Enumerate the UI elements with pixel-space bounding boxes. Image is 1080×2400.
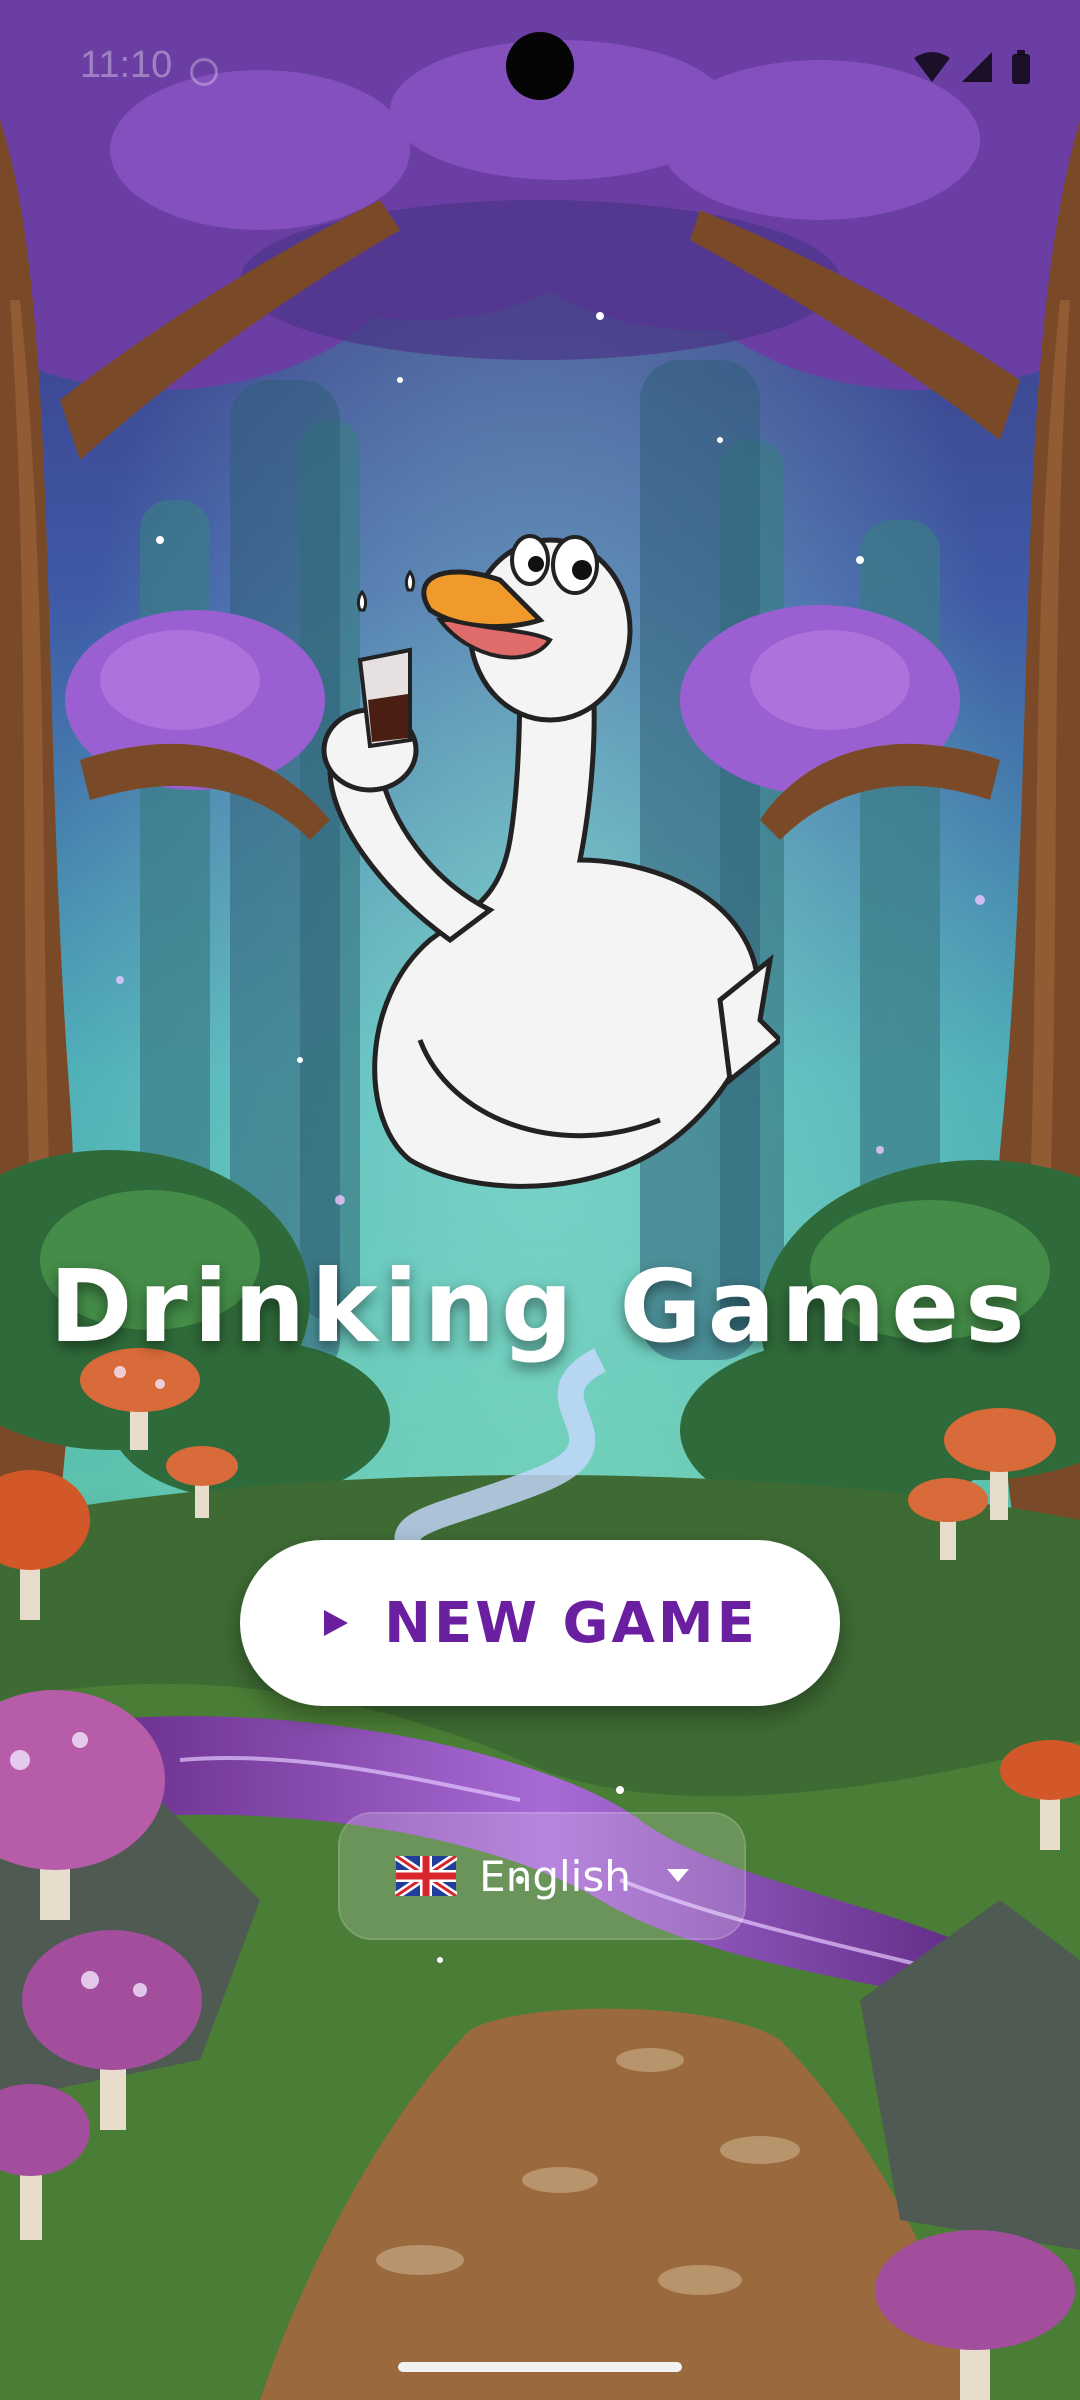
uk-flag-icon [395, 1856, 458, 1896]
play-icon [324, 1610, 349, 1636]
home-indicator[interactable] [398, 2362, 682, 2372]
language-label: English [479, 1851, 631, 1901]
new-game-button[interactable]: NEW GAME [240, 1540, 840, 1706]
status-icons [914, 50, 1030, 84]
notification-dot-icon [190, 58, 218, 86]
goose-mascot-illustration [321, 534, 780, 1189]
caret-down-icon [666, 1869, 689, 1882]
camera-cutout [506, 32, 574, 100]
app-title: Drinking Games [49, 1248, 1031, 1365]
language-selector[interactable]: English [338, 1812, 746, 1940]
forest-background [0, 0, 1080, 2400]
status-time: 11:10 [80, 44, 173, 86]
battery-icon [1012, 50, 1030, 84]
wifi-icon [914, 52, 950, 82]
status-bar: 11:10 [0, 0, 1080, 130]
signal-icon [962, 52, 992, 82]
new-game-label: NEW GAME [384, 1590, 758, 1656]
